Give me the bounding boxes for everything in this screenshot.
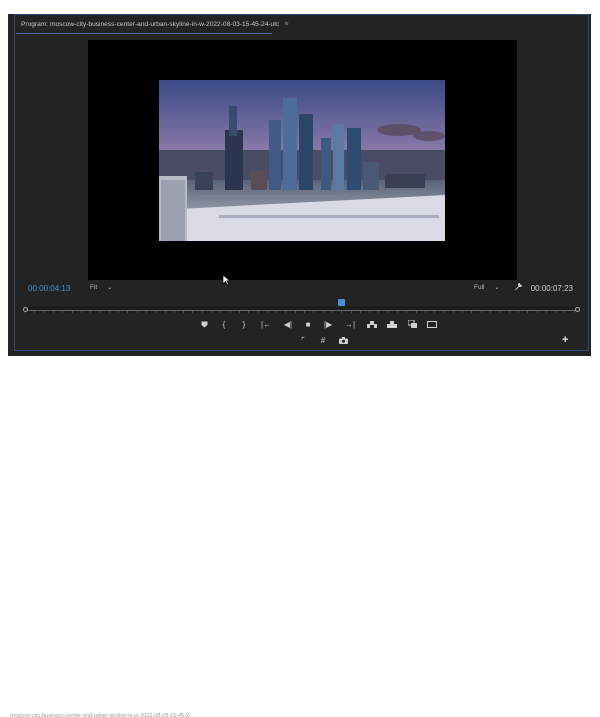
scroll-bar-left-handle[interactable]: [23, 307, 28, 312]
video-frame: [159, 80, 445, 241]
add-marker-button[interactable]: [194, 318, 214, 330]
chevron-down-icon: ⌄: [107, 285, 113, 291]
active-tab-underline: [16, 33, 272, 34]
step-forward-button[interactable]: |▶: [318, 318, 338, 330]
lift-button[interactable]: [402, 318, 422, 330]
grid-button[interactable]: #: [313, 334, 333, 346]
panel-title[interactable]: Program: moscow-city-business-center-and…: [21, 21, 279, 28]
zoom-level-value: Fit: [90, 284, 98, 291]
video-stage: [88, 40, 517, 280]
step-back-button[interactable]: ◀|: [278, 318, 298, 330]
scroll-bar-right-handle[interactable]: [575, 307, 580, 312]
go-to-out-button[interactable]: →|: [338, 318, 362, 330]
panel-header: Program: moscow-city-business-center-and…: [8, 14, 591, 34]
insert-button[interactable]: [362, 318, 382, 330]
secondary-controls: ⌜ #: [293, 334, 353, 346]
bottom-strip: moscow-city-business-center-and-urban-sk…: [0, 356, 600, 717]
go-to-in-button[interactable]: |←: [254, 318, 278, 330]
camera-icon[interactable]: [333, 334, 353, 346]
mark-out-button[interactable]: }: [234, 318, 254, 330]
mark-in-button[interactable]: {: [214, 318, 234, 330]
stop-button[interactable]: ■: [298, 318, 318, 330]
export-frame-button[interactable]: [422, 318, 442, 330]
current-timecode[interactable]: 00:00:04:13: [28, 284, 70, 293]
bottom-clip-label: moscow-city-business-center-and-urban-sk…: [10, 713, 190, 717]
overwrite-button[interactable]: [382, 318, 402, 330]
panel-menu-icon[interactable]: ≡: [284, 21, 288, 28]
program-monitor-panel: Program: moscow-city-business-center-and…: [8, 14, 591, 358]
zoom-scroll-bar[interactable]: [25, 310, 579, 311]
wrench-icon[interactable]: [514, 282, 523, 293]
chevron-down-icon: ⌄: [494, 285, 500, 291]
skyline-image: [159, 80, 445, 241]
resolution-dropdown[interactable]: Full ⌄: [474, 284, 500, 291]
transport-controls: { } |← ◀| ■ |▶ →|: [194, 318, 442, 330]
mouse-cursor-icon: [222, 274, 231, 286]
playhead-marker[interactable]: [337, 299, 345, 306]
safe-margins-button[interactable]: ⌜: [293, 334, 313, 346]
duration-timecode: 00:00:07:23: [530, 284, 573, 293]
zoom-level-dropdown[interactable]: Fit ⌄: [90, 284, 112, 291]
add-button[interactable]: +: [562, 334, 568, 346]
resolution-value: Full: [474, 284, 485, 291]
